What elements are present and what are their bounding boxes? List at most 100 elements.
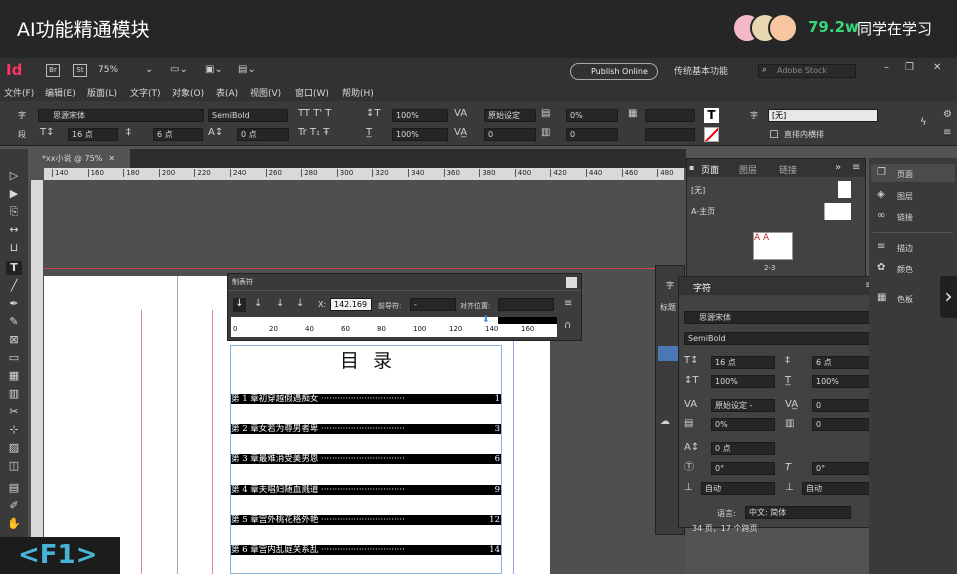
center-tab-icon[interactable]: ↓ <box>254 298 262 310</box>
font-family-select[interactable]: 思源宋体 <box>38 109 204 122</box>
chevron-down-icon[interactable]: ⌄ <box>145 64 153 76</box>
toc-entry[interactable]: 第 6 章宫内乱庭关系乱 ···························… <box>231 545 501 555</box>
character-mode-label[interactable]: 字 <box>18 110 26 121</box>
tab-stop-marker[interactable]: ⬇ <box>482 315 490 325</box>
panel-menu-icon[interactable]: ≡ <box>564 298 572 310</box>
none-master[interactable]: [无] <box>691 185 705 196</box>
menu-object[interactable]: 对象(O) <box>172 86 204 99</box>
char-aki-after-select[interactable]: 自动 <box>802 482 876 495</box>
dock-item-label[interactable]: 图层 <box>897 191 913 202</box>
gap-tool-icon[interactable]: ↔ <box>6 223 22 237</box>
toc-entry[interactable]: 第 3 章最难消受美男恩 ···························… <box>231 454 501 464</box>
tab-layers[interactable]: 图层 <box>739 163 757 176</box>
char-baseline-field[interactable]: 0 点 <box>711 442 775 455</box>
tabs-panel-header[interactable]: 制表符 <box>228 274 581 291</box>
panel-menu-icon[interactable]: ≡ <box>852 162 860 174</box>
dock-item-label[interactable]: 颜色 <box>897 264 913 275</box>
lightning-icon[interactable]: ϟ <box>920 117 927 129</box>
char-aki-before-select[interactable]: 自动 <box>701 482 775 495</box>
decimal-tab-icon[interactable]: ↓ <box>296 298 304 310</box>
close-panel-icon[interactable] <box>566 277 577 288</box>
pen-tool-icon[interactable]: ✒ <box>6 297 22 311</box>
vertical-scale-field[interactable]: 100% <box>392 109 448 122</box>
kerning-field[interactable]: 原始设定 <box>484 109 536 122</box>
direct-selection-tool-icon[interactable]: ▶ <box>6 187 22 201</box>
char-tsume-field[interactable]: 0% <box>711 418 775 431</box>
menu-layout[interactable]: 版面(L) <box>87 86 117 99</box>
scissors-tool-icon[interactable]: ✂ <box>6 405 22 419</box>
workspace-switcher[interactable]: 传统基本功能 <box>674 64 728 77</box>
font-size-field[interactable]: 16 点 <box>68 128 118 141</box>
master-spread-thumb[interactable] <box>824 203 851 220</box>
menu-view[interactable]: 视图(V) <box>250 86 281 99</box>
screen-mode-icon[interactable]: ▣⌄ <box>205 64 223 76</box>
pencil-tool-icon[interactable]: ✎ <box>6 315 22 329</box>
a-master[interactable]: A-主页 <box>691 206 715 217</box>
leading-field[interactable]: 6 点 <box>153 128 203 141</box>
char-vscale-field[interactable]: 100% <box>711 375 775 388</box>
gradient-tool-icon[interactable]: ▨ <box>6 441 22 455</box>
toc-entry[interactable]: 第 1 章初穿越假遇痴女 ···························… <box>231 394 501 404</box>
hand-tool-icon[interactable]: ✋ <box>6 517 22 531</box>
char-style-select[interactable]: SemiBold <box>684 332 877 345</box>
char-rotate-field[interactable]: 0° <box>711 462 775 475</box>
char-font-select[interactable]: 思源宋体 <box>684 311 877 324</box>
content-collector-icon[interactable]: ⊔ <box>6 241 22 255</box>
minimize-icon[interactable]: – <box>884 62 889 74</box>
baseline-field[interactable]: 0 点 <box>237 128 289 141</box>
arrange-icon[interactable]: ▤⌄ <box>238 64 256 76</box>
font-style-select[interactable]: SemiBold <box>208 109 288 122</box>
menu-help[interactable]: 帮助(H) <box>342 86 374 99</box>
grid-tool-icon[interactable]: ▥ <box>6 387 22 401</box>
char-size-field[interactable]: 16 点 <box>711 356 775 369</box>
selection-tool-icon[interactable]: ▷ <box>6 169 22 183</box>
char-aki-field[interactable]: 0 <box>812 418 876 431</box>
free-transform-tool-icon[interactable]: ⊹ <box>6 423 22 437</box>
char-hscale-field[interactable]: 100% <box>812 375 876 388</box>
leader-field[interactable]: - <box>410 298 456 311</box>
tracking-field[interactable]: 0 <box>484 128 536 141</box>
publish-online-button[interactable]: Publish Online <box>570 63 658 80</box>
tsume-field[interactable]: 0% <box>566 109 618 122</box>
toc-entry[interactable]: 第 2 章女若为尊男者卑 ···························… <box>231 424 501 434</box>
page-tool-icon[interactable]: ⎘ <box>6 205 22 219</box>
tab-x-field[interactable]: 142.169 <box>330 298 372 311</box>
zoom-level[interactable]: 75% <box>98 65 118 75</box>
align-on-field[interactable] <box>498 298 554 311</box>
dock-item-label[interactable]: 描边 <box>897 243 913 254</box>
tcy-checkbox[interactable] <box>770 130 778 138</box>
stock-search-input[interactable]: Adobe Stock <box>758 64 856 78</box>
magnet-icon[interactable]: ∩ <box>564 320 571 332</box>
line-tool-icon[interactable]: ╱ <box>6 279 22 293</box>
menu-window[interactable]: 窗口(W) <box>295 86 329 99</box>
type-tool-icon[interactable]: T <box>6 261 22 275</box>
document-tab[interactable]: *xx小说 @ 75% ✕ <box>38 149 130 168</box>
char-tracking-field[interactable]: 0 <box>812 399 876 412</box>
hidden-char-tab[interactable]: 字 <box>666 280 674 291</box>
eyedropper-tool-icon[interactable]: ✐ <box>6 499 22 513</box>
rectangle-tool-icon[interactable]: ▭ <box>6 351 22 365</box>
close-tab-icon[interactable]: ✕ <box>108 154 115 163</box>
stock-button[interactable]: St <box>73 64 87 77</box>
char-style-select[interactable]: [无] <box>768 109 878 122</box>
left-tab-icon[interactable]: ↓ <box>233 298 246 312</box>
panel-menu-icon[interactable]: ≡ <box>943 127 951 139</box>
menu-file[interactable]: 文件(F) <box>4 86 34 99</box>
tab-pages[interactable]: 页面 <box>701 163 719 176</box>
tab-links[interactable]: 链接 <box>779 163 797 176</box>
view-options-icon[interactable]: ▭⌄ <box>170 64 188 76</box>
menu-table[interactable]: 表(A) <box>216 86 238 99</box>
note-tool-icon[interactable]: ▤ <box>6 481 22 495</box>
rectangle-frame-tool-icon[interactable]: ⊠ <box>6 333 22 347</box>
close-icon[interactable]: ✕ <box>933 62 941 74</box>
stroke-color-swatch[interactable] <box>704 127 719 142</box>
menu-type[interactable]: 文字(T) <box>130 86 161 99</box>
fill-color-swatch[interactable]: T <box>704 108 719 123</box>
cloud-icon[interactable]: ☁ <box>660 416 670 428</box>
right-tab-icon[interactable]: ↓ <box>276 298 284 310</box>
char-skew-field[interactable]: 0° <box>812 462 876 475</box>
char-panel-header[interactable]: 字符 ≡ <box>679 277 880 295</box>
all-caps-icon[interactable]: TT T' T <box>298 108 331 120</box>
underline-setting-select[interactable] <box>645 128 695 141</box>
spread-thumb[interactable]: A A <box>753 232 793 260</box>
